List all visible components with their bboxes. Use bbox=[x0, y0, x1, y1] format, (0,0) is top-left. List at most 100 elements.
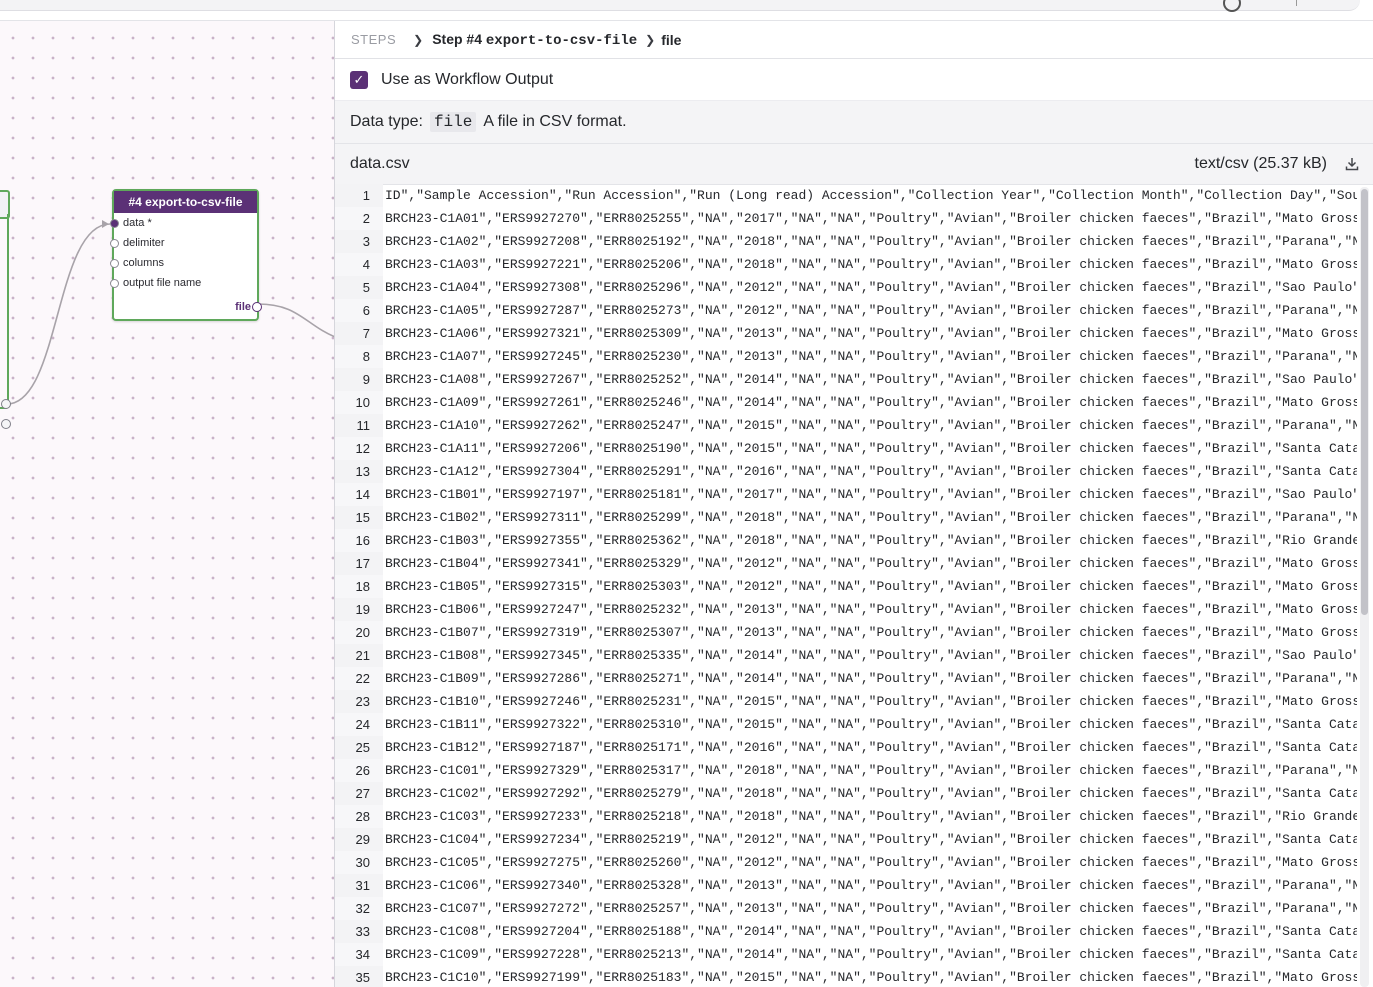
node-input-data[interactable]: data * bbox=[110, 213, 257, 233]
line-text: BRCH23-C1C10","ERS9927199","ERR8025183",… bbox=[385, 970, 1357, 985]
node-input-output-file-name[interactable]: output file name bbox=[110, 273, 257, 293]
csv-line: 3 BRCH23-C1A02","ERS9927208","ERR8025192"… bbox=[335, 230, 1357, 253]
csv-line: 4 BRCH23-C1A03","ERS9927221","ERR8025206"… bbox=[335, 253, 1357, 276]
line-number: 15 bbox=[335, 506, 383, 529]
datatype-info: Data type: file A file in CSV format. bbox=[335, 100, 1373, 144]
node-input-label: columns bbox=[123, 257, 164, 269]
line-number: 19 bbox=[335, 598, 383, 621]
line-number: 23 bbox=[335, 690, 383, 713]
checkmark-icon: ✓ bbox=[353, 71, 365, 87]
line-number: 27 bbox=[335, 782, 383, 805]
datatype-description: A file in CSV format. bbox=[483, 113, 627, 130]
line-number: 7 bbox=[335, 322, 383, 345]
csv-line: 14 BRCH23-C1B01","ERS9927197","ERR8025181… bbox=[335, 483, 1357, 506]
input-port[interactable] bbox=[110, 259, 119, 268]
csv-line: 34 BRCH23-C1C09","ERS9927228","ERR8025213… bbox=[335, 943, 1357, 966]
input-port[interactable] bbox=[110, 239, 119, 248]
toolbar-divider bbox=[1296, 0, 1297, 6]
output-port[interactable] bbox=[252, 302, 262, 312]
csv-line: 11 BRCH23-C1A10","ERS9927262","ERR8025247… bbox=[335, 414, 1357, 437]
csv-line: 35 BRCH23-C1C10","ERS9927199","ERR8025183… bbox=[335, 966, 1357, 987]
workflow-node-export-to-csv[interactable]: #4 export-to-csv-file data * delimiter c… bbox=[110, 189, 262, 321]
csv-line: 12 BRCH23-C1A11","ERS9927206","ERR8025190… bbox=[335, 437, 1357, 460]
connection-edge-data bbox=[6, 223, 111, 405]
previous-node-output-port[interactable] bbox=[1, 419, 11, 429]
csv-line: 28 BRCH23-C1C03","ERS9927233","ERR8025218… bbox=[335, 805, 1357, 828]
breadcrumb-step-prefix: Step #4 bbox=[432, 30, 482, 47]
csv-line: 29 BRCH23-C1C04","ERS9927234","ERR8025219… bbox=[335, 828, 1357, 851]
line-number: 32 bbox=[335, 897, 383, 920]
line-text: ID","Sample Accession","Run Accession","… bbox=[385, 188, 1357, 203]
line-text: BRCH23-C1C08","ERS9927204","ERR8025188",… bbox=[385, 924, 1357, 939]
workflow-output-toggle[interactable]: ✓ Use as Workflow Output bbox=[335, 59, 1373, 100]
file-meta-group: text/csv (25.37 kB) bbox=[1195, 155, 1360, 173]
line-text: BRCH23-C1C05","ERS9927275","ERR8025260",… bbox=[385, 855, 1357, 870]
line-number: 10 bbox=[335, 391, 383, 414]
line-text: BRCH23-C1B06","ERS9927247","ERR8025232",… bbox=[385, 602, 1357, 617]
line-text: BRCH23-C1A09","ERS9927261","ERR8025246",… bbox=[385, 395, 1357, 410]
line-number: 1 bbox=[335, 184, 383, 207]
line-text: BRCH23-C1A12","ERS9927304","ERR8025291",… bbox=[385, 464, 1357, 479]
csv-line: 8 BRCH23-C1A07","ERS9927245","ERR8025230"… bbox=[335, 345, 1357, 368]
previous-node-body[interactable] bbox=[0, 214, 9, 409]
datatype-prefix: Data type: bbox=[350, 113, 423, 130]
download-icon[interactable] bbox=[1345, 157, 1359, 171]
csv-preview-scrollbar[interactable] bbox=[1360, 187, 1369, 987]
workflow-output-label[interactable]: Use as Workflow Output bbox=[381, 71, 553, 89]
node-input-label: data * bbox=[123, 217, 152, 229]
line-text: BRCH23-C1A10","ERS9927262","ERR8025247",… bbox=[385, 418, 1357, 433]
csv-line: 21 BRCH23-C1B08","ERS9927345","ERR8025335… bbox=[335, 644, 1357, 667]
line-text: BRCH23-C1A03","ERS9927221","ERR8025206",… bbox=[385, 257, 1357, 272]
line-number: 17 bbox=[335, 552, 383, 575]
line-text: BRCH23-C1C06","ERS9927340","ERR8025328",… bbox=[385, 878, 1357, 893]
node-title[interactable]: #4 export-to-csv-file bbox=[114, 191, 257, 213]
step-output-panel: STEPS ❯ Step #4 export-to-csv-file ❯ fil… bbox=[335, 21, 1373, 987]
line-number: 20 bbox=[335, 621, 383, 644]
line-text: BRCH23-C1A07","ERS9927245","ERR8025230",… bbox=[385, 349, 1357, 364]
line-text: BRCH23-C1A02","ERS9927208","ERR8025192",… bbox=[385, 234, 1357, 249]
connection-edge-file bbox=[257, 303, 334, 338]
csv-line: 1 ID","Sample Accession","Run Accession",… bbox=[335, 184, 1357, 207]
csv-line: 20 BRCH23-C1B07","ERS9927319","ERR8025307… bbox=[335, 621, 1357, 644]
scrollbar-thumb[interactable] bbox=[1361, 189, 1368, 615]
csv-line: 33 BRCH23-C1C08","ERS9927204","ERR8025188… bbox=[335, 920, 1357, 943]
edge-arrowhead bbox=[102, 220, 109, 228]
file-meta: text/csv (25.37 kB) bbox=[1194, 155, 1328, 172]
line-number: 6 bbox=[335, 299, 383, 322]
node-input-columns[interactable]: columns bbox=[110, 253, 257, 273]
file-header: data.csv text/csv (25.37 kB) bbox=[335, 144, 1373, 185]
input-port[interactable] bbox=[110, 219, 119, 228]
line-text: BRCH23-C1C02","ERS9927292","ERR8025279",… bbox=[385, 786, 1357, 801]
workflow-canvas[interactable]: #4 export-to-csv-file data * delimiter c… bbox=[0, 21, 335, 987]
node-output-file[interactable]: file bbox=[235, 301, 262, 313]
csv-line: 9 BRCH23-C1A08","ERS9927267","ERR8025252"… bbox=[335, 368, 1357, 391]
csv-preview[interactable]: 1 ID","Sample Accession","Run Accession",… bbox=[335, 184, 1357, 987]
breadcrumb-steps[interactable]: STEPS bbox=[351, 32, 396, 47]
csv-line: 6 BRCH23-C1A05","ERS9927287","ERR8025273"… bbox=[335, 299, 1357, 322]
csv-line: 25 BRCH23-C1B12","ERS9927187","ERR8025171… bbox=[335, 736, 1357, 759]
line-text: BRCH23-C1A11","ERS9927206","ERR8025190",… bbox=[385, 441, 1357, 456]
line-text: BRCH23-C1B03","ERS9927355","ERR8025362",… bbox=[385, 533, 1357, 548]
line-number: 16 bbox=[335, 529, 383, 552]
line-text: BRCH23-C1B12","ERS9927187","ERR8025171",… bbox=[385, 740, 1357, 755]
csv-line: 22 BRCH23-C1B09","ERS9927286","ERR8025271… bbox=[335, 667, 1357, 690]
workflow-output-checkbox[interactable]: ✓ bbox=[350, 70, 368, 89]
line-number: 5 bbox=[335, 276, 383, 299]
breadcrumb-output: file bbox=[661, 31, 682, 48]
chevron-right-icon: ❯ bbox=[645, 32, 656, 47]
line-number: 18 bbox=[335, 575, 383, 598]
breadcrumb: STEPS ❯ Step #4 export-to-csv-file ❯ fil… bbox=[335, 21, 1373, 59]
line-number: 13 bbox=[335, 460, 383, 483]
csv-line: 17 BRCH23-C1B04","ERS9927341","ERR8025329… bbox=[335, 552, 1357, 575]
csv-line: 16 BRCH23-C1B03","ERS9927355","ERR8025362… bbox=[335, 529, 1357, 552]
previous-node-output-port[interactable] bbox=[1, 399, 11, 409]
csv-line: 13 BRCH23-C1A12","ERS9927304","ERR8025291… bbox=[335, 460, 1357, 483]
csv-line: 31 BRCH23-C1C06","ERS9927340","ERR8025328… bbox=[335, 874, 1357, 897]
line-number: 26 bbox=[335, 759, 383, 782]
input-port[interactable] bbox=[110, 279, 119, 288]
line-number: 22 bbox=[335, 667, 383, 690]
connection-edges bbox=[6, 220, 334, 405]
line-number: 35 bbox=[335, 966, 383, 987]
breadcrumb-step[interactable]: Step #4 export-to-csv-file bbox=[432, 31, 637, 49]
node-input-delimiter[interactable]: delimiter bbox=[110, 233, 257, 253]
